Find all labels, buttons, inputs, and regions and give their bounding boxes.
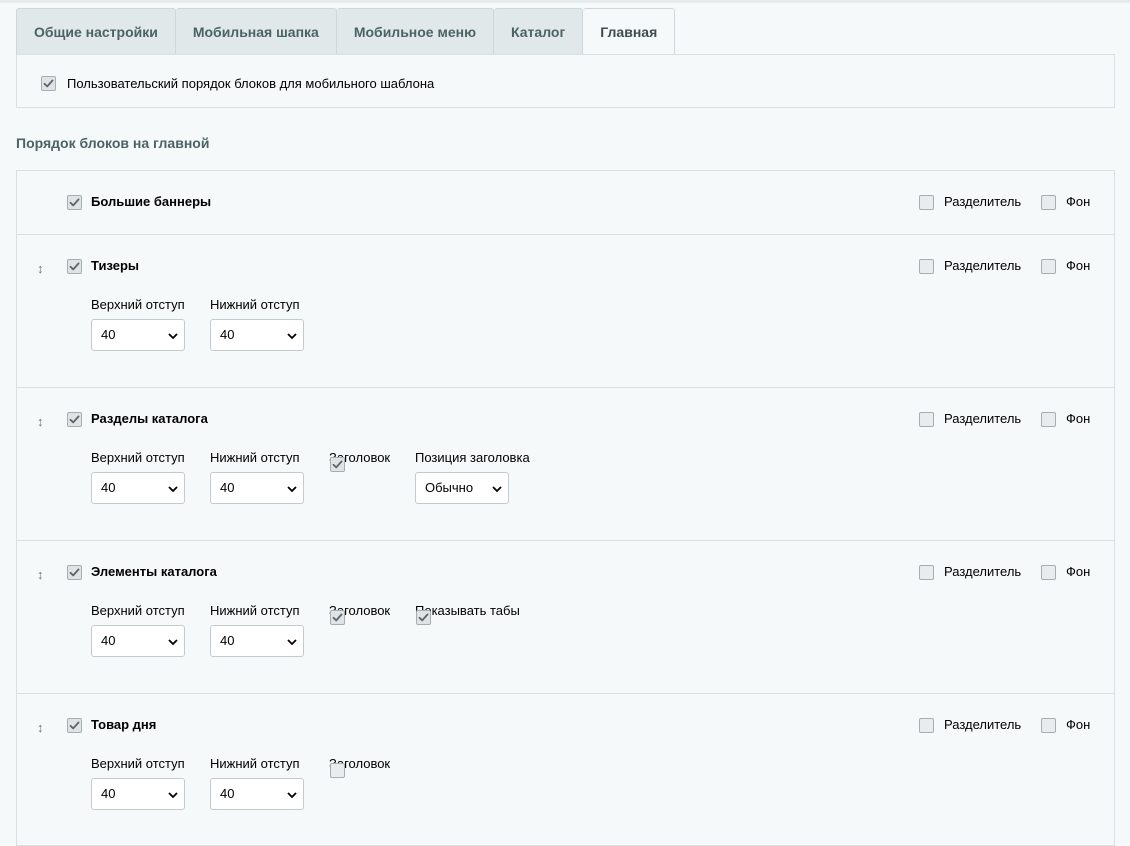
checkmark-icon xyxy=(69,721,80,730)
chevron-down-icon xyxy=(492,486,502,493)
chevron-down-icon xyxy=(287,486,297,493)
block-enable-checkbox[interactable] xyxy=(67,195,82,210)
checkmark-icon xyxy=(43,79,54,88)
separator-checkbox[interactable] xyxy=(919,718,934,733)
block-teasers: ↕ Тизеры Разделитель Фон Верхний отступ … xyxy=(16,235,1115,388)
block-title: Элементы каталога xyxy=(91,564,217,579)
show-tabs-checkbox[interactable] xyxy=(416,610,431,625)
background-checkbox[interactable] xyxy=(1041,718,1056,733)
separator-checkbox[interactable] xyxy=(919,259,934,274)
checkmark-icon xyxy=(69,568,80,577)
top-margin-select[interactable]: 40 xyxy=(91,778,185,810)
chevron-down-icon xyxy=(168,639,178,646)
drag-handle-icon[interactable]: ↕ xyxy=(37,414,44,429)
top-margin-label: Верхний отступ xyxy=(91,756,185,771)
bottom-margin-select[interactable]: 40 xyxy=(210,319,304,351)
block-catalog-items: ↕ Элементы каталога Разделитель Фон Верх… xyxy=(16,541,1115,694)
block-title: Большие баннеры xyxy=(91,194,212,209)
tab-general[interactable]: Общие настройки xyxy=(16,8,176,55)
chevron-down-icon xyxy=(287,792,297,799)
block-big-banners: Большие баннеры Разделитель Фон xyxy=(16,170,1115,235)
drag-handle-icon[interactable]: ↕ xyxy=(37,261,44,276)
bottom-margin-label: Нижний отступ xyxy=(210,603,300,618)
top-margin-label: Верхний отступ xyxy=(91,603,185,618)
block-product-of-day: ↕ Товар дня Разделитель Фон Верхний отст… xyxy=(16,694,1115,846)
block-enable-checkbox[interactable] xyxy=(67,565,82,580)
section-title: Порядок блоков на главной xyxy=(16,135,210,151)
background-checkbox[interactable] xyxy=(1041,195,1056,210)
background-label: Фон xyxy=(1066,564,1091,579)
tab-main[interactable]: Главная xyxy=(583,8,676,55)
top-margin-select[interactable]: 40 xyxy=(91,472,185,504)
background-label: Фон xyxy=(1066,717,1091,732)
separator-label: Разделитель xyxy=(944,411,1022,426)
checkmark-icon xyxy=(69,198,80,207)
blocks-list: Большие баннеры Разделитель Фон ↕ Тизеры… xyxy=(16,170,1115,846)
mobile-order-label: Пользовательский порядок блоков для моби… xyxy=(67,76,435,91)
heading-position-label: Позиция заголовка xyxy=(415,450,530,465)
top-margin-select[interactable]: 40 xyxy=(91,319,185,351)
heading-checkbox[interactable] xyxy=(330,457,345,472)
bottom-margin-label: Нижний отступ xyxy=(210,450,300,465)
heading-checkbox[interactable] xyxy=(330,763,345,778)
separator-label: Разделитель xyxy=(944,194,1022,209)
separator-label: Разделитель xyxy=(944,258,1022,273)
top-margin-label: Верхний отступ xyxy=(91,450,185,465)
drag-handle-icon[interactable]: ↕ xyxy=(37,720,44,735)
top-margin-select[interactable]: 40 xyxy=(91,625,185,657)
background-label: Фон xyxy=(1066,411,1091,426)
chevron-down-icon xyxy=(168,333,178,340)
bottom-margin-select[interactable]: 40 xyxy=(210,625,304,657)
checkmark-icon xyxy=(332,613,343,622)
heading-position-select[interactable]: Обычно xyxy=(415,472,509,504)
block-title: Разделы каталога xyxy=(91,411,208,426)
mobile-order-panel: Пользовательский порядок блоков для моби… xyxy=(16,54,1115,108)
chevron-down-icon xyxy=(287,333,297,340)
checkmark-icon xyxy=(332,460,343,469)
block-enable-checkbox[interactable] xyxy=(67,259,82,274)
tab-catalog[interactable]: Каталог xyxy=(494,8,584,55)
separator-label: Разделитель xyxy=(944,717,1022,732)
bottom-margin-select[interactable]: 40 xyxy=(210,778,304,810)
checkmark-icon xyxy=(69,262,80,271)
bottom-margin-label: Нижний отступ xyxy=(210,297,300,312)
settings-tabs: Общие настройки Мобильная шапка Мобильно… xyxy=(16,8,676,55)
background-label: Фон xyxy=(1066,258,1091,273)
chevron-down-icon xyxy=(168,792,178,799)
block-enable-checkbox[interactable] xyxy=(67,412,82,427)
background-checkbox[interactable] xyxy=(1041,565,1056,580)
tab-mobile-menu[interactable]: Мобильное меню xyxy=(336,8,495,55)
block-title: Тизеры xyxy=(91,258,140,273)
separator-label: Разделитель xyxy=(944,564,1022,579)
background-label: Фон xyxy=(1066,194,1091,209)
background-checkbox[interactable] xyxy=(1041,412,1056,427)
chevron-down-icon xyxy=(287,639,297,646)
checkmark-icon xyxy=(69,415,80,424)
tab-mobile-header[interactable]: Мобильная шапка xyxy=(175,8,337,55)
drag-handle-icon[interactable]: ↕ xyxy=(37,567,44,582)
block-catalog-sections: ↕ Разделы каталога Разделитель Фон Верхн… xyxy=(16,388,1115,541)
background-checkbox[interactable] xyxy=(1041,259,1056,274)
bottom-margin-label: Нижний отступ xyxy=(210,756,300,771)
top-bar xyxy=(0,0,1130,3)
block-title: Товар дня xyxy=(91,717,157,732)
separator-checkbox[interactable] xyxy=(919,195,934,210)
heading-checkbox[interactable] xyxy=(330,610,345,625)
top-margin-label: Верхний отступ xyxy=(91,297,185,312)
bottom-margin-select[interactable]: 40 xyxy=(210,472,304,504)
separator-checkbox[interactable] xyxy=(919,412,934,427)
separator-checkbox[interactable] xyxy=(919,565,934,580)
mobile-order-checkbox[interactable] xyxy=(41,76,56,91)
chevron-down-icon xyxy=(168,486,178,493)
block-enable-checkbox[interactable] xyxy=(67,718,82,733)
checkmark-icon xyxy=(418,613,429,622)
